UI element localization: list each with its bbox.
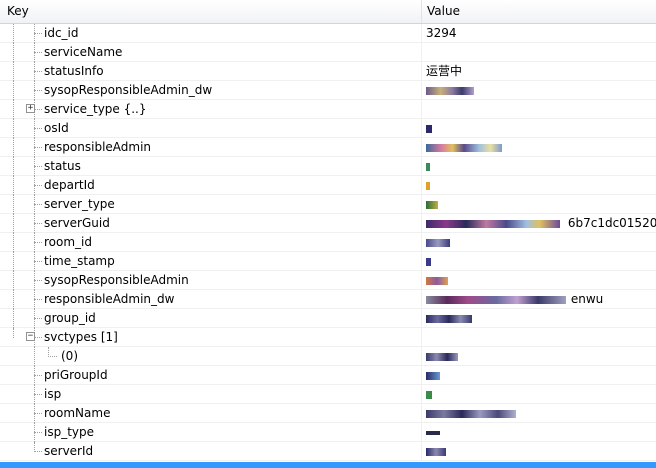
redacted-value: [426, 352, 458, 361]
key-label: serverId: [44, 444, 94, 458]
redacted-value: [426, 276, 448, 285]
value-cell: [422, 309, 656, 328]
tree-row-isp[interactable]: isp: [0, 385, 656, 404]
tree-table: idc_id 3294 serviceName statusInfo 运营中 s…: [0, 24, 656, 461]
redacted-value: [426, 390, 432, 399]
tree-row-sysopresponsibleadmin[interactable]: sysopResponsibleAdmin: [0, 271, 656, 290]
key-label: serverGuid: [44, 216, 110, 230]
redacted-value: [426, 143, 502, 152]
tree-row-isp-type[interactable]: isp_type: [0, 423, 656, 442]
key-label: status: [44, 159, 81, 173]
value-cell: [422, 100, 656, 119]
tree-row-responsibleadmin[interactable]: responsibleAdmin: [0, 138, 656, 157]
key-column-header[interactable]: Key: [0, 0, 422, 23]
tree-row-servicename[interactable]: serviceName: [0, 43, 656, 62]
key-label: departId: [44, 178, 95, 192]
key-label: osId: [44, 121, 69, 135]
redacted-value: [426, 86, 474, 95]
selected-row[interactable]: [0, 462, 656, 468]
redacted-value: [426, 447, 446, 456]
value-cell: enwu: [422, 290, 656, 309]
redacted-value: [426, 238, 450, 247]
tree-row-prigroupid[interactable]: priGroupId: [0, 366, 656, 385]
key-label: statusInfo: [44, 64, 104, 78]
value-cell: [422, 195, 656, 214]
redacted-value: [426, 409, 516, 418]
redacted-value: [426, 371, 440, 380]
value-cell: [422, 157, 656, 176]
key-label: server_type: [44, 197, 115, 211]
key-label: priGroupId: [44, 368, 108, 382]
column-header: Key Value: [0, 0, 656, 24]
key-label: roomName: [44, 406, 111, 420]
value-column-header[interactable]: Value: [422, 0, 656, 23]
key-label: svctypes [1]: [44, 330, 118, 344]
key-label: responsibleAdmin_dw: [44, 292, 175, 306]
key-label: (0): [61, 349, 78, 363]
key-label: service_type {..}: [44, 102, 147, 116]
tree-row-svctypes[interactable]: − svctypes [1]: [0, 328, 656, 347]
key-label: isp_type: [44, 425, 95, 439]
tree-row-group-id[interactable]: group_id: [0, 309, 656, 328]
tree-row-idc-id[interactable]: idc_id 3294: [0, 24, 656, 43]
tree-row-time-stamp[interactable]: time_stamp: [0, 252, 656, 271]
tree-row-departid[interactable]: departId: [0, 176, 656, 195]
redacted-value: [426, 314, 472, 323]
value-text: enwu: [570, 292, 604, 306]
key-label: time_stamp: [44, 254, 115, 268]
tree-row-statusinfo[interactable]: statusInfo 运营中: [0, 62, 656, 81]
value-cell: [422, 81, 656, 100]
key-label: sysopResponsibleAdmin_dw: [44, 83, 213, 97]
redacted-value: [426, 295, 566, 304]
tree-row-svctypes-0[interactable]: (0): [0, 347, 656, 366]
key-label: group_id: [44, 311, 96, 325]
tree-row-status[interactable]: status: [0, 157, 656, 176]
value-cell: [422, 385, 656, 404]
redacted-value: [426, 124, 432, 133]
redacted-value: [426, 162, 430, 171]
value-cell: 6b7c1dc01520: [422, 214, 656, 233]
value-cell: [422, 119, 656, 138]
redacted-value: [426, 219, 560, 228]
tree-row-sysopresponsibleadmin-dw[interactable]: sysopResponsibleAdmin_dw: [0, 81, 656, 100]
tree-row-server-type[interactable]: server_type: [0, 195, 656, 214]
tree-row-room-id[interactable]: room_id: [0, 233, 656, 252]
value-cell: [422, 328, 656, 347]
key-label: idc_id: [44, 26, 79, 40]
tree-row-serverguid[interactable]: serverGuid 6b7c1dc01520: [0, 214, 656, 233]
value-cell: [422, 43, 656, 62]
tree-row-osid[interactable]: osId: [0, 119, 656, 138]
key-label: room_id: [44, 235, 92, 249]
value-cell: [422, 404, 656, 423]
redacted-value: [426, 257, 431, 266]
value-cell: [422, 271, 656, 290]
value-cell: [422, 423, 656, 442]
value-cell: [422, 176, 656, 195]
value-cell: [422, 138, 656, 157]
redacted-value: [426, 430, 440, 435]
value-cell: [422, 233, 656, 252]
key-label: sysopResponsibleAdmin: [44, 273, 189, 287]
key-label: serviceName: [44, 45, 123, 59]
redacted-value: [426, 181, 430, 190]
value-cell: [422, 442, 656, 461]
tree-row-responsibleadmin-dw[interactable]: responsibleAdmin_dw enwu: [0, 290, 656, 309]
value-cell: [422, 252, 656, 271]
key-label: responsibleAdmin: [44, 140, 152, 154]
tree-row-roomname[interactable]: roomName: [0, 404, 656, 423]
value-cell: 3294: [426, 26, 457, 40]
key-label: isp: [44, 387, 62, 401]
expand-toggle[interactable]: +: [26, 104, 35, 113]
value-cell: 运营中: [426, 64, 463, 78]
tree-row-service-type[interactable]: + service_type {..}: [0, 100, 656, 119]
tree-row-serverid[interactable]: serverId: [0, 442, 656, 461]
collapse-toggle[interactable]: −: [26, 332, 35, 341]
redacted-value: [426, 200, 438, 209]
value-text: 6b7c1dc01520: [567, 216, 656, 230]
value-cell: [422, 366, 656, 385]
value-cell: [422, 347, 656, 366]
